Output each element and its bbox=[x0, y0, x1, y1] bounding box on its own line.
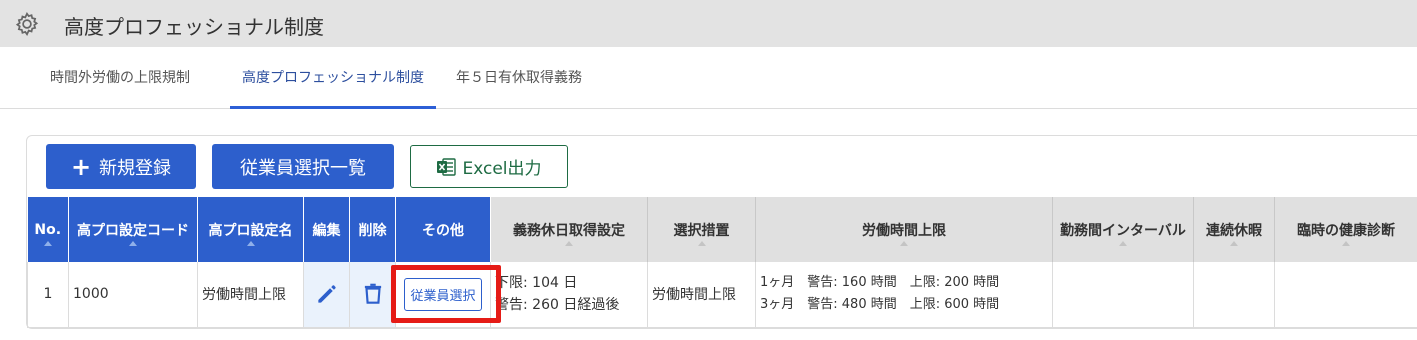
trash-icon[interactable] bbox=[360, 281, 386, 307]
cell-interval bbox=[1052, 262, 1194, 328]
sort-caret-icon bbox=[129, 241, 137, 246]
cell-vacation bbox=[1193, 262, 1275, 328]
table-row: 1 1000 労働時間上限 従業員選択 下限: 104 日 警告: 260 日経… bbox=[27, 262, 1417, 328]
cell-holiday-setting: 下限: 104 日 警告: 260 日経過後 bbox=[490, 262, 648, 328]
cell-name: 労働時間上限 bbox=[197, 262, 304, 328]
excel-export-button[interactable]: Excel出力 bbox=[410, 145, 568, 188]
sort-caret-icon bbox=[1342, 241, 1350, 246]
sort-caret-icon bbox=[1230, 241, 1238, 246]
col-header-code[interactable]: 高プロ設定コード bbox=[68, 197, 198, 262]
cell-no: 1 bbox=[27, 262, 69, 328]
tab-annual-leave[interactable]: 年５日有休取得義務 bbox=[456, 47, 582, 109]
sort-caret-icon bbox=[246, 241, 255, 246]
sort-caret-icon bbox=[1119, 241, 1127, 246]
sort-caret-icon bbox=[43, 241, 52, 246]
highlight-box bbox=[391, 265, 501, 323]
tab-overtime-limit[interactable]: 時間外労働の上限規制 bbox=[50, 47, 190, 109]
sort-caret-icon bbox=[900, 241, 908, 246]
col-header-measure[interactable]: 選択措置 bbox=[647, 197, 756, 262]
sort-caret-icon bbox=[565, 241, 573, 246]
tab-high-professional[interactable]: 高度プロフェッショナル制度 bbox=[230, 47, 436, 109]
page-title: 高度プロフェッショナル制度 bbox=[64, 15, 324, 39]
col-header-interval[interactable]: 勤務間インターバル bbox=[1052, 197, 1194, 262]
col-header-vacation[interactable]: 連続休暇 bbox=[1193, 197, 1275, 262]
tab-bar: 時間外労働の上限規制 高度プロフェッショナル制度 年５日有休取得義務 bbox=[0, 47, 1417, 109]
pencil-icon[interactable] bbox=[314, 281, 340, 307]
excel-icon bbox=[437, 157, 457, 176]
cell-code: 1000 bbox=[68, 262, 198, 328]
col-header-other: その他 bbox=[395, 197, 491, 262]
col-header-work-limit[interactable]: 労働時間上限 bbox=[755, 197, 1053, 262]
employee-selection-list-button[interactable]: 従業員選択一覧 bbox=[212, 144, 394, 189]
col-header-name[interactable]: 高プロ設定名 bbox=[197, 197, 304, 262]
col-header-holiday-setting[interactable]: 義務休日取得設定 bbox=[490, 197, 648, 262]
col-header-no[interactable]: No. bbox=[27, 197, 69, 262]
cell-work-limit: 1ヶ月 警告: 160 時間 上限: 200 時間 3ヶ月 警告: 480 時間… bbox=[755, 262, 1053, 328]
cell-edit bbox=[303, 262, 350, 328]
cell-delete bbox=[349, 262, 396, 328]
cell-measure: 労働時間上限 bbox=[647, 262, 756, 328]
settings-table: No. 高プロ設定コード 高プロ設定名 編集 削除 その他 義務休日取得設定 選… bbox=[27, 197, 1417, 328]
col-header-delete: 削除 bbox=[349, 197, 396, 262]
plus-icon: + bbox=[70, 152, 92, 181]
title-bar: 高度プロフェッショナル制度 bbox=[0, 0, 1417, 47]
new-register-button[interactable]: + 新規登録 bbox=[46, 144, 196, 189]
gear-icon[interactable] bbox=[14, 11, 40, 37]
col-header-edit: 編集 bbox=[303, 197, 350, 262]
col-header-health-check[interactable]: 臨時の健康診断 bbox=[1274, 197, 1417, 262]
table-header-row: No. 高プロ設定コード 高プロ設定名 編集 削除 その他 義務休日取得設定 選… bbox=[27, 197, 1417, 262]
sort-caret-icon bbox=[697, 241, 706, 246]
cell-health-check bbox=[1274, 262, 1417, 328]
